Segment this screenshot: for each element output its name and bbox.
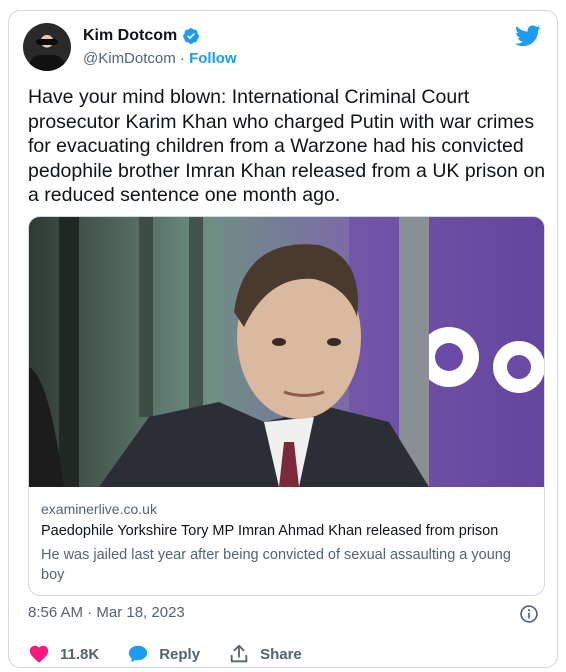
link-description: He was jailed last year after being conv… [41,547,511,583]
tweet-text: Have your mind blown: International Crim… [28,86,546,206]
tweet-header: Kim Dotcom @KimDotcom · Follow [23,23,543,75]
avatar[interactable] [23,23,71,71]
info-icon[interactable] [519,604,539,624]
follow-link[interactable]: Follow [189,50,237,67]
heart-icon [29,645,49,663]
link-preview-meta: examinerlive.co.uk Paedophile Yorkshire … [41,501,532,585]
share-label: Share [260,645,302,663]
twitter-bird-icon[interactable] [515,25,541,47]
verified-badge-icon [183,28,200,44]
link-domain: examinerlive.co.uk [41,501,157,517]
like-count: 11.8K [60,645,100,663]
author-name-row: Kim Dotcom [83,27,200,45]
link-title: Paedophile Yorkshire Tory MP Imran Ahmad… [41,523,499,539]
link-preview-card[interactable]: examinerlive.co.uk Paedophile Yorkshire … [28,216,545,596]
handle-separator: · [175,50,190,67]
reply-bubble-icon [129,645,148,663]
tweet-actions: 11.8K Reply Share [28,642,302,666]
author-display-name[interactable]: Kim Dotcom [83,27,177,45]
author-handle[interactable]: @KimDotcom [83,50,176,67]
link-preview-image [29,217,544,487]
tweet-card: Kim Dotcom @KimDotcom · Follow Have your… [8,10,558,668]
timestamp-row: 8:56 AM · Mar 18, 2023 [28,604,543,626]
share-icon [230,644,248,663]
like-button[interactable]: 11.8K [28,643,99,665]
tweet-timestamp[interactable]: 8:56 AM · Mar 18, 2023 [28,604,185,621]
author-handle-row: @KimDotcom · Follow [83,50,237,67]
reply-button[interactable]: Reply [127,643,200,665]
share-button[interactable]: Share [228,643,302,665]
reply-label: Reply [159,645,201,663]
